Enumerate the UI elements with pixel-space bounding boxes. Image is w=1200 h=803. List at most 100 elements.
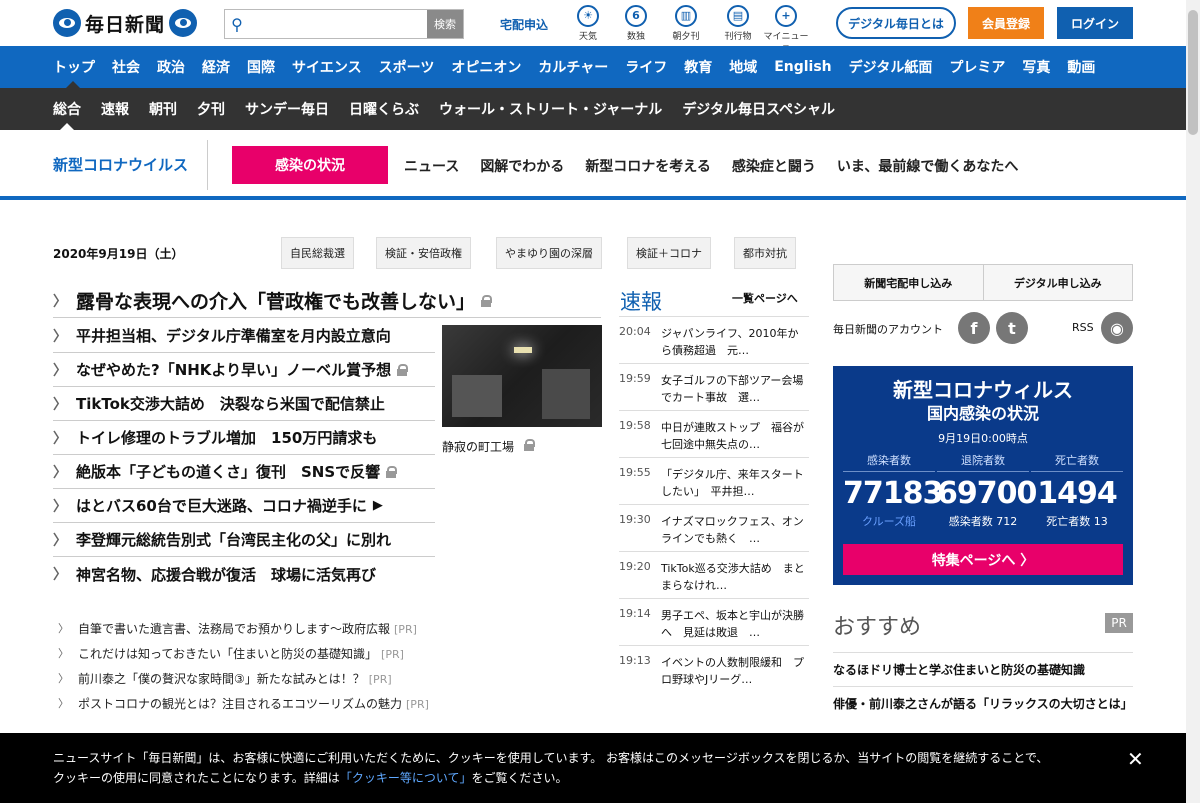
nav-item[interactable]: サイエンス [292, 57, 362, 77]
tool-label: 朝夕刊 [672, 32, 700, 42]
corona-title-link[interactable]: 新型コロナウイルス [53, 154, 188, 175]
subnav-item[interactable]: 朝刊 [149, 99, 177, 119]
breaking-all-link[interactable]: 一覧ページへ [732, 290, 798, 306]
breaking-item[interactable]: 19:30 イナズマロックフェス、オンラインでも熱く … [619, 504, 809, 551]
tool-newspaper[interactable]: ▥ 朝夕刊 [662, 5, 710, 42]
nav-item[interactable]: 政治 [157, 57, 185, 77]
secondary-nav: 総合 速報 朝刊 夕刊 サンデー毎日 日曜くらぶ ウォール・ストリート・ジャーナル デジタル毎… [0, 88, 1186, 130]
headline-link[interactable]: 〉絶版本「子どもの道くさ」復刊 SNSで反響 [53, 455, 435, 489]
facebook-icon[interactable]: f [958, 312, 990, 344]
corona-link[interactable]: ニュース [404, 156, 459, 176]
nav-item[interactable]: オピニオン [451, 57, 521, 77]
breaking-time: 19:59 [619, 372, 651, 385]
subnav-item[interactable]: 夕刊 [197, 99, 225, 119]
nav-item[interactable]: English [774, 59, 831, 75]
headline-link[interactable]: 〉李登輝元総統告別式「台湾民主化の父」に別れ [53, 523, 435, 557]
tool-weather[interactable]: ☀ 天気 [564, 5, 612, 42]
nav-item[interactable]: 地域 [729, 57, 757, 77]
corona-link[interactable]: 図解でわかる [480, 156, 564, 176]
nav-item[interactable]: 写真 [1022, 57, 1050, 77]
nav-item[interactable]: カルチャー [538, 57, 608, 77]
recovered-sub: 感染者数 712 [948, 515, 1018, 528]
photo-caption[interactable]: 静寂の町工場 [442, 438, 535, 455]
article-photo[interactable] [442, 325, 602, 427]
close-icon[interactable]: ✕ [1127, 747, 1144, 771]
lock-icon [481, 294, 493, 307]
cookie-policy-link[interactable]: 「クッキー等について」 [340, 771, 472, 785]
subnav-item[interactable]: 日曜くらぶ [349, 99, 419, 119]
nav-item[interactable]: デジタル紙面 [849, 57, 933, 77]
nav-item[interactable]: 国際 [247, 57, 275, 77]
nav-item[interactable]: スポーツ [379, 57, 435, 77]
cookie-text: ニュースサイト「毎日新聞」は、お客様に快適にご利用いただくために、クッキーを使用… [53, 748, 1053, 788]
recommend-item[interactable]: なるほドリ博士と学ぶ住まいと防災の基礎知識 [833, 652, 1133, 679]
digital-mainichi-button[interactable]: デジタル毎日とは [836, 7, 956, 39]
nav-item[interactable]: ライフ [625, 57, 667, 77]
nav-item[interactable]: 経済 [202, 57, 230, 77]
search-input[interactable] [249, 10, 427, 38]
headline-link[interactable]: 〉トイレ修理のトラブル増加 150万円請求も [53, 421, 435, 455]
scrollbar[interactable] [1186, 0, 1200, 803]
nav-item[interactable]: 動画 [1067, 57, 1095, 77]
subnav-item[interactable]: ウォール・ストリート・ジャーナル [439, 99, 662, 119]
breaking-time: 19:14 [619, 607, 651, 620]
pr-link[interactable]: ポストコロナの観光とは？注目されるエコツーリズムの魅力 [PR] [78, 695, 429, 712]
lock-icon [397, 363, 409, 376]
corona-status-box[interactable]: 新型コロナウィルス 国内感染の状況 9月19日0:00時点 感染者数 77183… [833, 366, 1133, 585]
pr-link[interactable]: これだけは知っておきたい「住まいと防災の基礎知識」 [PR] [78, 645, 404, 662]
scrollbar-thumb[interactable] [1188, 10, 1198, 135]
infected-sub: クルーズ船 [861, 515, 917, 528]
topic-tag[interactable]: 自民総裁選 [281, 237, 354, 269]
nav-item[interactable]: プレミア [949, 57, 1005, 77]
delivery-link[interactable]: 宅配申込 [500, 16, 548, 33]
subscribe-digital-button[interactable]: デジタル申し込み [983, 265, 1132, 300]
subnav-item[interactable]: 速報 [101, 99, 129, 119]
corona-link[interactable]: 感染症と闘う [732, 156, 816, 176]
breaking-item[interactable]: 19:58 中日が連敗ストップ 福谷が七回途中無失点の… [619, 410, 809, 457]
logo-emblem-icon [53, 9, 81, 37]
breaking-item[interactable]: 19:59 女子ゴルフの下部ツアー会場でカート事故 選… [619, 363, 809, 410]
nav-item[interactable]: 教育 [684, 57, 712, 77]
infection-status-button[interactable]: 感染の状況 [232, 146, 388, 184]
breaking-time: 19:55 [619, 466, 651, 479]
subscribe-paper-button[interactable]: 新聞宅配申し込み [834, 265, 984, 300]
twitter-icon[interactable]: t [996, 312, 1028, 344]
pr-link[interactable]: 自筆で書いた遺言書、法務局でお預かりします～政府広報 [PR] [78, 620, 417, 637]
breaking-item[interactable]: 19:55 「デジタル庁、来年スタートしたい」 平井担… [619, 457, 809, 504]
tool-book[interactable]: ▤ 刊行物 [714, 5, 762, 42]
headline-link[interactable]: 〉平井担当相、デジタル庁準備室を月内設立意向 [53, 319, 435, 353]
nav-item[interactable]: トップ [53, 57, 95, 77]
pr-link[interactable]: 前川泰之「僕の贅沢な家時間③」新たな試みとは！？ [PR] [78, 670, 392, 687]
topic-tag[interactable]: 都市対抗 [734, 237, 796, 269]
breaking-item[interactable]: 19:20 TikTok巡る交渉大詰め まとまらなけれ… [619, 551, 809, 598]
breaking-item[interactable]: 19:14 男子エペ、坂本と宇山が決勝へ 見延は敗退 … [619, 598, 809, 645]
chevron-right-icon: 〉 [1020, 552, 1035, 569]
register-button[interactable]: 会員登録 [968, 7, 1044, 39]
headline-link[interactable]: 〉はとバス60台で巨大迷路、コロナ禍逆手に ▶ [53, 489, 435, 523]
corona-link[interactable]: 新型コロナを考える [585, 156, 711, 176]
site-logo[interactable]: 毎日新聞 [53, 8, 198, 38]
search-button[interactable]: 検索 [427, 10, 463, 38]
pr-tag: [PR] [406, 698, 429, 711]
headline-link[interactable]: 〉なぜやめた?「NHKより早い」ノーベル賞予想 [53, 353, 435, 387]
special-page-button[interactable]: 特集ページへ 〉 [843, 544, 1123, 575]
headline-link[interactable]: 〉 TikTok交渉大詰め 決裂なら米国で配信禁止 [53, 387, 435, 421]
login-button[interactable]: ログイン [1057, 7, 1133, 39]
breaking-item[interactable]: 20:04 ジャパンライフ、2010年から債務超過 元… [619, 316, 809, 363]
chevron-right-icon: 〉 [58, 672, 69, 685]
subnav-item[interactable]: 総合 [53, 99, 81, 119]
recommend-item[interactable]: 俳優・前川泰之さんが語る「リラックスの大切さとは」 [833, 686, 1133, 713]
subnav-item[interactable]: サンデー毎日 [245, 99, 329, 119]
tool-sudoku[interactable]: 6 数独 [612, 5, 660, 42]
topic-tag[interactable]: 検証＋コロナ [627, 237, 711, 269]
breaking-item[interactable]: 19:13 イベントの人数制限緩和 プロ野球やJリーグ… [619, 645, 809, 692]
subnav-item[interactable]: デジタル毎日スペシャル [682, 99, 835, 119]
corona-link[interactable]: いま、最前線で働くあなたへ [837, 156, 1018, 176]
topic-tag[interactable]: 検証・安倍政権 [376, 237, 471, 269]
topic-tag-label: 都市対抗 [743, 247, 787, 260]
rss-icon[interactable]: ◉ [1101, 312, 1133, 344]
nav-item[interactable]: 社会 [112, 57, 140, 77]
headline-link[interactable]: 〉神宮名物、応援合戦が復活 球場に活気再び [53, 557, 435, 591]
top-headline[interactable]: 〉 露骨な表現への介入「菅政権でも改善しない」 [53, 284, 601, 318]
topic-tag[interactable]: やまゆり園の深層 [496, 237, 602, 269]
